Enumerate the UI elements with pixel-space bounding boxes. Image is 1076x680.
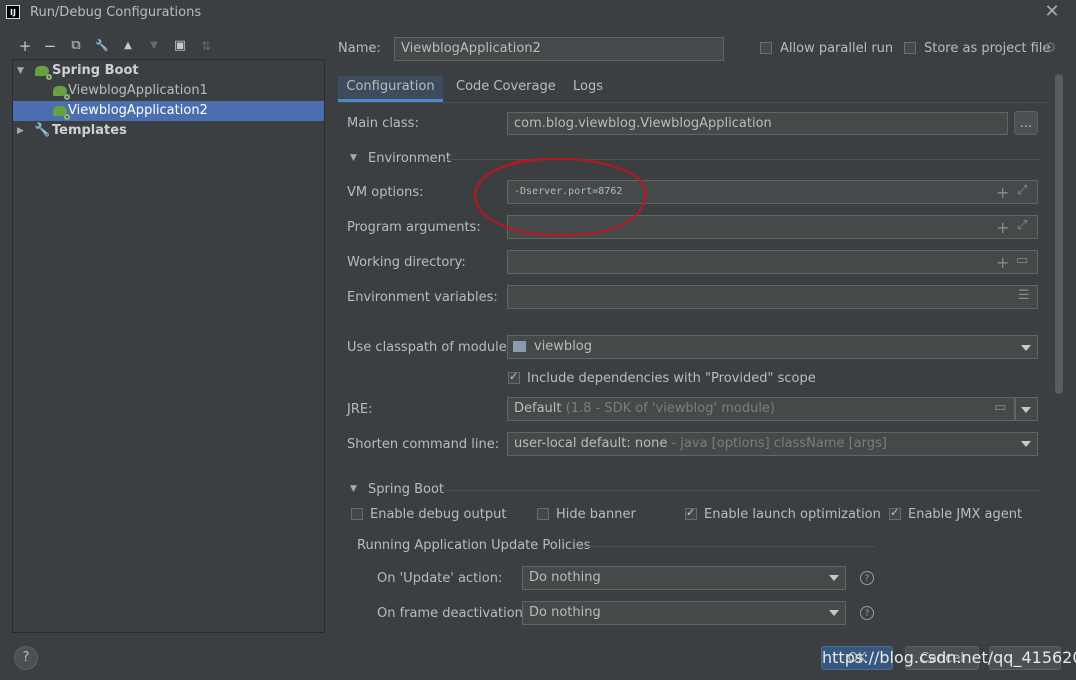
spring-boot-icon <box>35 66 52 80</box>
on-update-dropdown[interactable]: Do nothing <box>522 566 846 590</box>
chevron-down-icon[interactable] <box>1021 345 1031 351</box>
tree-group-label: Spring Boot <box>52 63 139 78</box>
help-icon[interactable]: ? <box>860 606 874 620</box>
shorten-command-detail: - java [options] className [args] <box>671 436 887 451</box>
list-icon[interactable]: ☰ <box>1018 288 1030 303</box>
store-project-checkbox[interactable] <box>904 42 916 54</box>
sort-icon[interactable]: ⇅ <box>196 36 216 56</box>
shorten-command-dropdown[interactable]: user-local default: none - java [options… <box>507 432 1038 456</box>
csdn-watermark: https://blog.csdn.net/qq_41562031 <box>822 648 1076 667</box>
chevron-down-icon[interactable] <box>1021 441 1031 447</box>
intellij-app-icon: IJ <box>6 5 20 19</box>
classpath-module-dropdown[interactable]: viewblog <box>507 335 1038 359</box>
enable-debug-output-checkbox[interactable] <box>351 508 363 520</box>
tree-group-templates[interactable]: ▶ 🔧 Templates <box>13 121 324 141</box>
tab-code-coverage[interactable]: Code Coverage <box>456 76 556 102</box>
main-class-label: Main class: <box>347 116 419 131</box>
tree-item-label: ViewblogApplication1 <box>68 83 208 98</box>
jre-label: JRE: <box>347 402 373 417</box>
environment-variables-input[interactable] <box>507 285 1038 309</box>
hide-banner-checkbox[interactable] <box>537 508 549 520</box>
include-dependencies-checkbox[interactable] <box>508 370 520 384</box>
tabs-divider <box>338 102 1050 103</box>
program-arguments-label: Program arguments: <box>347 220 481 235</box>
tree-item-viewblog-1[interactable]: ViewblogApplication1 <box>13 81 324 101</box>
tree-item-label: ViewblogApplication2 <box>68 103 208 118</box>
add-icon[interactable]: + <box>15 36 35 56</box>
expand-icon[interactable]: ⤢ <box>1017 218 1027 233</box>
name-label: Name: <box>338 41 381 56</box>
spring-boot-section-title: Spring Boot <box>368 482 445 497</box>
gear-icon[interactable]: ⚙ <box>1044 40 1057 56</box>
include-dependencies-label: Include dependencies with "Provided" sco… <box>527 371 816 386</box>
help-icon[interactable]: ? <box>860 571 874 585</box>
name-input[interactable]: ViewblogApplication2 <box>394 37 724 61</box>
chevron-down-icon[interactable] <box>829 575 839 581</box>
add-icon[interactable]: + <box>996 218 1009 237</box>
tab-configuration[interactable]: Configuration <box>338 76 443 102</box>
environment-variables-label: Environment variables: <box>347 290 498 305</box>
move-up-icon[interactable]: ▲ <box>118 36 138 56</box>
tree-group-label: Templates <box>52 123 127 138</box>
on-frame-deactivation-dropdown[interactable]: Do nothing <box>522 601 846 625</box>
tree-group-spring-boot[interactable]: ▼ Spring Boot <box>13 61 324 81</box>
allow-parallel-checkbox[interactable] <box>760 42 772 54</box>
launch-optimization-checkbox[interactable] <box>685 506 697 520</box>
allow-parallel-label: Allow parallel run <box>780 41 894 56</box>
browse-main-class-button[interactable]: ... <box>1014 111 1038 135</box>
enable-debug-output-label: Enable debug output <box>370 507 507 522</box>
add-icon[interactable]: + <box>996 183 1009 202</box>
classpath-module-label: Use classpath of module: <box>347 340 512 355</box>
configuration-tree[interactable]: ▼ Spring Boot ViewblogApplication1 Viewb… <box>12 59 325 633</box>
launch-optimization-label: Enable launch optimization <box>704 507 881 522</box>
move-down-icon[interactable]: ▼ <box>144 36 164 56</box>
tab-logs[interactable]: Logs <box>573 76 603 102</box>
module-folder-icon <box>513 341 526 352</box>
on-update-label: On 'Update' action: <box>377 571 503 586</box>
hide-banner-label: Hide banner <box>556 507 636 522</box>
wrench-icon[interactable]: 🔧 <box>92 36 112 56</box>
jmx-agent-checkbox[interactable] <box>889 506 901 520</box>
jre-input[interactable]: Default (1.8 - SDK of 'viewblog' module) <box>507 397 1015 421</box>
collapse-arrow-icon[interactable]: ▶ <box>17 121 27 141</box>
expand-icon[interactable]: ⤢ <box>1017 183 1027 198</box>
jre-value: Default <box>514 401 562 416</box>
expand-arrow-icon[interactable]: ▼ <box>17 61 27 81</box>
section-divider <box>575 546 875 547</box>
shorten-command-value: user-local default: none <box>514 436 668 451</box>
new-folder-icon[interactable]: ▣ <box>170 36 190 56</box>
copy-icon[interactable]: ⧉ <box>66 36 86 56</box>
environment-section-title: Environment <box>368 151 452 166</box>
tree-item-viewblog-2[interactable]: ViewblogApplication2 <box>13 101 324 121</box>
working-directory-label: Working directory: <box>347 255 466 270</box>
main-class-input[interactable]: com.blog.viewblog.ViewblogApplication <box>507 112 1008 135</box>
spring-boot-icon <box>53 86 70 100</box>
wrench-icon: 🔧 <box>34 123 51 138</box>
vertical-scrollbar[interactable] <box>1055 74 1063 394</box>
folder-icon[interactable]: ▭ <box>1016 253 1028 268</box>
add-icon[interactable]: + <box>996 253 1009 272</box>
collapse-arrow-icon[interactable]: ▼ <box>350 484 357 494</box>
chevron-down-icon[interactable] <box>1021 407 1031 413</box>
red-circle-annotation <box>474 157 647 236</box>
remove-icon[interactable]: − <box>40 36 60 56</box>
jmx-agent-label: Enable JMX agent <box>908 507 1023 522</box>
on-frame-deactivation-label: On frame deactivation: <box>377 606 528 621</box>
collapse-arrow-icon[interactable]: ▼ <box>350 153 357 163</box>
close-window-icon[interactable]: ✕ <box>1042 2 1062 22</box>
working-directory-input[interactable] <box>507 250 1038 274</box>
help-button[interactable]: ? <box>14 646 38 670</box>
spring-boot-icon <box>53 106 70 120</box>
vm-options-label: VM options: <box>347 185 424 200</box>
update-policies-title: Running Application Update Policies <box>357 538 591 553</box>
window-title: Run/Debug Configurations <box>30 5 202 20</box>
section-divider <box>446 490 1041 491</box>
folder-icon[interactable]: ▭ <box>994 400 1006 415</box>
shorten-command-label: Shorten command line: <box>347 437 500 452</box>
store-project-label: Store as project file <box>924 41 1051 56</box>
chevron-down-icon[interactable] <box>829 610 839 616</box>
jre-detail: (1.8 - SDK of 'viewblog' module) <box>565 401 775 416</box>
